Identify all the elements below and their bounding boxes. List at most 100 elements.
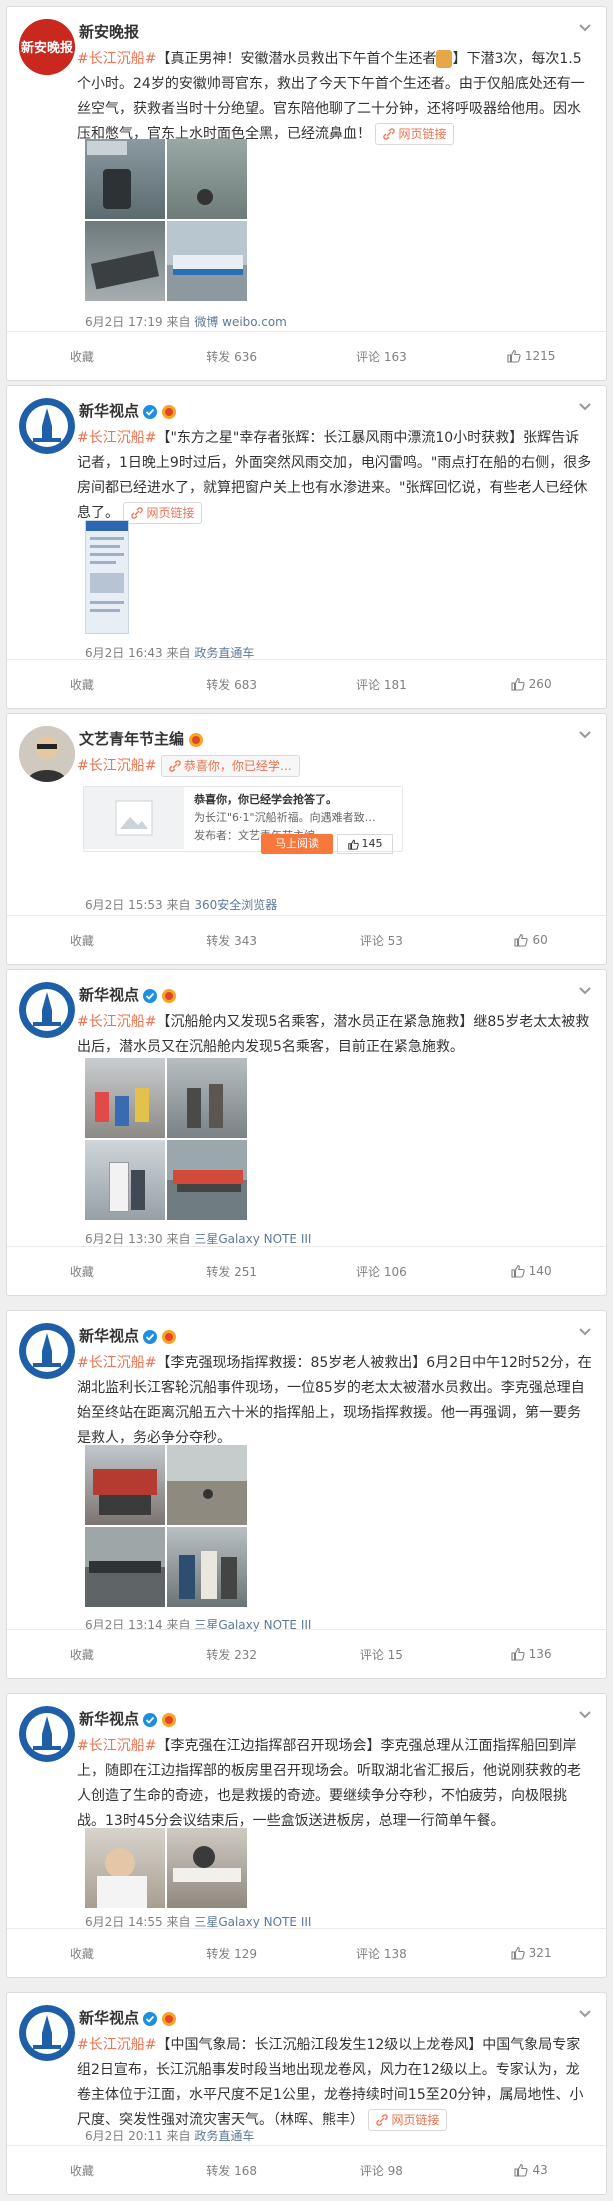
photo-thumbnail[interactable] <box>85 1058 165 1138</box>
avatar[interactable] <box>19 1706 75 1762</box>
like-button[interactable]: 1215 <box>456 332 606 380</box>
article-placeholder-image <box>84 787 184 849</box>
comment-button[interactable]: 评论 138 <box>307 1929 457 1977</box>
avatar[interactable] <box>19 398 75 454</box>
web-link[interactable]: 网页链接 <box>123 502 203 524</box>
topic-tag[interactable]: #长江沉船# <box>77 51 156 67</box>
comment-button[interactable]: 评论 181 <box>307 660 457 708</box>
photo-thumbnail[interactable] <box>167 221 247 301</box>
weibo-post: 新华视点 #长江沉船#【沉船舱内又发现5名乘客，潜水员正在紧急施救】继85岁老太… <box>6 969 607 1296</box>
image-placeholder-icon <box>115 800 153 836</box>
thumbs-up-icon <box>507 349 521 363</box>
photo-thumbnail[interactable] <box>167 1445 247 1525</box>
like-button[interactable]: 136 <box>456 1630 606 1678</box>
favorite-button[interactable]: 收藏 <box>7 1630 157 1678</box>
thumbs-up-icon <box>511 1647 525 1661</box>
medal-icon <box>162 988 177 1003</box>
avatar[interactable]: 新安晚报 <box>19 19 75 75</box>
photo-thumbnail[interactable] <box>85 221 165 301</box>
favorite-button[interactable]: 收藏 <box>7 2146 157 2194</box>
author-name[interactable]: 新华视点 <box>79 1708 177 1729</box>
post-source[interactable]: 微博 weibo.com <box>194 315 287 329</box>
read-now-button[interactable]: 马上阅读 <box>261 834 333 854</box>
thumbs-up-icon <box>511 1946 525 1960</box>
author-name[interactable]: 新华视点 <box>79 984 177 1005</box>
photo-thumbnail[interactable] <box>167 139 247 219</box>
comment-button[interactable]: 评论 53 <box>307 916 457 964</box>
repost-button[interactable]: 转发 636 <box>157 332 307 380</box>
author-name[interactable]: 文艺青年节主编 <box>79 728 204 749</box>
verified-icon <box>143 1329 158 1344</box>
avatar[interactable] <box>19 2005 75 2061</box>
weibo-post: 新安晚报 新安晚报 #长江沉船#【真正男神！安徽潜水员救出下午首个生还者 】下潜3… <box>6 6 607 381</box>
chevron-down-icon[interactable] <box>578 984 592 998</box>
repost-button[interactable]: 转发 168 <box>157 2146 307 2194</box>
favorite-button[interactable]: 收藏 <box>7 1929 157 1977</box>
thumbs-up-icon <box>514 933 529 947</box>
repost-button[interactable]: 转发 129 <box>157 1929 307 1977</box>
topic-tag[interactable]: #长江沉船# <box>77 430 156 446</box>
web-link[interactable]: 网页链接 <box>368 2109 448 2131</box>
photo-thumbnail[interactable] <box>167 1058 247 1138</box>
comment-button[interactable]: 评论 15 <box>307 1630 457 1678</box>
author-name[interactable]: 新华视点 <box>79 1325 177 1346</box>
post-source[interactable]: 政务直通车 <box>194 2129 254 2143</box>
web-link[interactable]: 恭喜你，你已经学… <box>160 755 300 777</box>
weibo-post: 新华视点 #长江沉船#【李克强现场指挥救援：85岁老人被救出】6月2日中午12时… <box>6 1310 607 1679</box>
like-button[interactable]: 140 <box>456 1247 606 1295</box>
repost-button[interactable]: 转发 343 <box>157 916 307 964</box>
image-grid <box>85 520 129 634</box>
photo-thumbnail[interactable] <box>85 1140 165 1220</box>
favorite-button[interactable]: 收藏 <box>7 916 157 964</box>
photo-thumbnail[interactable] <box>167 1140 247 1220</box>
topic-tag[interactable]: #长江沉船# <box>77 1014 156 1030</box>
repost-button[interactable]: 转发 683 <box>157 660 307 708</box>
web-link[interactable]: 网页链接 <box>375 123 455 145</box>
topic-tag[interactable]: #长江沉船# <box>77 2037 156 2053</box>
like-button[interactable]: 321 <box>456 1929 606 1977</box>
repost-button[interactable]: 转发 251 <box>157 1247 307 1295</box>
action-bar: 收藏 转发 343 评论 53 60 <box>7 915 606 964</box>
like-button[interactable]: 43 <box>456 2146 606 2194</box>
image-grid <box>85 1828 247 1908</box>
author-name[interactable]: 新安晚报 <box>79 21 139 42</box>
chevron-down-icon[interactable] <box>578 400 592 414</box>
post-source[interactable]: 360安全浏览器 <box>194 898 277 912</box>
comment-button[interactable]: 评论 106 <box>307 1247 457 1295</box>
author-name[interactable]: 新华视点 <box>79 400 177 421</box>
photo-thumbnail[interactable] <box>85 1828 165 1908</box>
post-source[interactable]: 三星Galaxy NOTE III <box>194 1915 311 1929</box>
photo-thumbnail[interactable] <box>85 139 165 219</box>
topic-tag[interactable]: #长江沉船# <box>77 758 156 774</box>
topic-tag[interactable]: #长江沉船# <box>77 1738 156 1754</box>
comment-button[interactable]: 评论 163 <box>307 332 457 380</box>
verified-icon <box>143 1712 158 1727</box>
article-desc: 为长江"6·1"沉船祈福。向遇难者致… <box>194 811 376 824</box>
topic-tag[interactable]: #长江沉船# <box>77 1355 156 1371</box>
comment-button[interactable]: 评论 98 <box>307 2146 457 2194</box>
avatar[interactable] <box>19 726 75 782</box>
article-like-button[interactable]: 145 <box>337 834 393 854</box>
chevron-down-icon[interactable] <box>578 728 592 742</box>
favorite-button[interactable]: 收藏 <box>7 332 157 380</box>
photo-thumbnail[interactable] <box>85 1445 165 1525</box>
like-button[interactable]: 260 <box>456 660 606 708</box>
chevron-down-icon[interactable] <box>578 21 592 35</box>
repost-button[interactable]: 转发 232 <box>157 1630 307 1678</box>
author-name[interactable]: 新华视点 <box>79 2007 177 2028</box>
photo-thumbnail[interactable] <box>85 520 129 634</box>
post-source[interactable]: 三星Galaxy NOTE III <box>194 1232 311 1246</box>
post-source[interactable]: 政务直通车 <box>194 646 254 660</box>
avatar[interactable] <box>19 1323 75 1379</box>
favorite-button[interactable]: 收藏 <box>7 1247 157 1295</box>
photo-thumbnail[interactable] <box>167 1828 247 1908</box>
chevron-down-icon[interactable] <box>578 1708 592 1722</box>
favorite-button[interactable]: 收藏 <box>7 660 157 708</box>
like-button[interactable]: 60 <box>456 916 606 964</box>
chevron-down-icon[interactable] <box>578 2007 592 2021</box>
photo-thumbnail[interactable] <box>85 1527 165 1607</box>
chevron-down-icon[interactable] <box>578 1325 592 1339</box>
avatar[interactable] <box>19 982 75 1038</box>
xinhua-logo-icon <box>19 398 75 454</box>
photo-thumbnail[interactable] <box>167 1527 247 1607</box>
